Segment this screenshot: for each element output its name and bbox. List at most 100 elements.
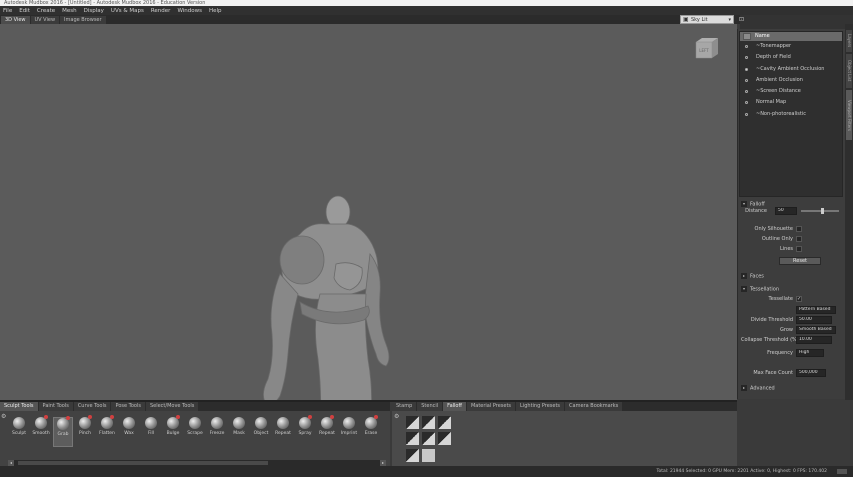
tab-paint-tools[interactable]: Paint Tools [38,402,73,411]
view-cube[interactable]: LEFT [694,36,720,60]
panel-bottom [737,400,853,466]
eye-icon[interactable] [743,33,751,40]
reset-button[interactable]: Reset [779,257,821,265]
gear-icon[interactable]: ⚙ [394,413,399,420]
tool-repeat[interactable]: Repeat [273,417,293,447]
distance-slider[interactable] [801,210,839,212]
outline-only-checkbox[interactable] [796,236,802,242]
menu-help[interactable]: Help [209,8,222,14]
camera-select[interactable]: ▣ Sky Lit ▾ [680,15,734,24]
max-face-count-field[interactable]: 500,000 [796,369,826,377]
falloff-preset[interactable] [406,432,419,445]
tool-fill[interactable]: Fill [141,417,161,447]
brush-icon [189,417,201,429]
filter-item[interactable]: Ambient Occlusion [740,75,842,86]
tool-spray[interactable]: Spray [295,415,315,447]
grow-select[interactable]: Smooth Based [796,326,836,334]
tab-curve-tools[interactable]: Curve Tools [73,402,111,411]
tool-mask[interactable]: Mask [229,417,249,447]
filter-item[interactable]: Depth of Field [740,52,842,63]
faces-section-label: Faces [750,273,764,280]
tab-stencil[interactable]: Stencil [417,402,443,411]
tool-wax[interactable]: Wax [119,417,139,447]
tool-flatten[interactable]: Flatten [97,415,117,447]
tool-sculpt[interactable]: Sculpt [9,417,29,447]
toggle-icon[interactable] [745,90,748,94]
menu-mesh[interactable]: Mesh [62,8,76,14]
lines-checkbox[interactable] [796,246,802,252]
only-silhouette-checkbox[interactable] [796,226,802,232]
tab-falloff[interactable]: Falloff [443,402,466,411]
frequency-select[interactable]: High [796,349,824,357]
resize-grip-icon[interactable] [837,469,847,474]
toggle-icon[interactable] [745,78,748,82]
menu-create[interactable]: Create [37,8,55,14]
tool-grab[interactable]: Grab [53,416,73,447]
tab-uv-view[interactable]: UV View [30,16,60,24]
tool-imprint[interactable]: Imprint [339,417,359,447]
toggle-icon[interactable] [745,67,748,71]
menu-windows[interactable]: Windows [177,8,202,14]
tessellate-checkbox[interactable]: ✓ [796,296,802,302]
tool-object[interactable]: Object [251,417,271,447]
tool-label: Scrape [187,431,203,436]
falloff-preset[interactable] [422,432,435,445]
tab-sculpt-tools[interactable]: Sculpt Tools [0,402,38,411]
menu-uvs-maps[interactable]: UVs & Maps [111,8,144,14]
tab-stamp[interactable]: Stamp [392,402,417,411]
slider-handle[interactable] [821,208,824,214]
menu-render[interactable]: Render [151,8,171,14]
divide-threshold-field[interactable]: 50.00 [796,316,832,324]
brush-icon [79,415,92,429]
falloff-section[interactable]: ▾ Falloff [741,201,765,208]
menu-display[interactable]: Display [84,8,104,14]
tab-material-presets[interactable]: Material Presets [466,402,516,411]
tool-smooth[interactable]: Smooth [31,415,51,447]
tool-freeze[interactable]: Freeze [207,417,227,447]
tab-pose-tools[interactable]: Pose Tools [111,402,145,411]
scroll-thumb[interactable] [18,461,268,465]
falloff-preset[interactable] [406,449,419,462]
tab-lighting-presets[interactable]: Lighting Presets [516,402,565,411]
toggle-icon[interactable] [745,112,748,116]
lock-icon[interactable]: ⊡ [737,15,746,24]
toggle-icon[interactable] [745,101,748,105]
sculpt-model[interactable] [240,194,420,400]
menu-edit[interactable]: Edit [19,8,30,14]
3d-viewport[interactable] [0,24,737,400]
side-tab-object-list[interactable]: Object List [846,54,852,88]
mode-select[interactable]: Pattern Based [796,306,836,314]
filter-item[interactable]: Normal Map [740,97,842,108]
gear-icon[interactable]: ⚙ [1,413,6,420]
toggle-icon[interactable] [745,56,748,60]
filter-properties: ▾ Falloff Distance 50 Only Silhouette Out… [739,200,843,398]
falloff-preset[interactable] [422,416,435,429]
collapse-threshold-field[interactable]: 10.00 [796,336,832,344]
menu-file[interactable]: File [3,8,12,14]
distance-field[interactable]: 50 [775,207,797,215]
tool-bulge[interactable]: Bulge [163,415,183,447]
tab-3d-view[interactable]: 3D View [1,16,30,24]
filter-item[interactable]: ~Screen Distance [740,86,842,97]
tool-repeat-2[interactable]: Repeat [317,415,337,447]
side-tab-layers[interactable]: Layers [846,30,852,52]
tool-scrape[interactable]: Scrape [185,417,205,447]
tab-image-browser[interactable]: Image Browser [60,16,106,24]
filter-item[interactable]: ~Non-photorealistic [740,109,842,120]
falloff-preset[interactable] [406,416,419,429]
tool-label: Spray [298,431,312,436]
tessellation-section[interactable]: ▾ Tessellation [741,286,779,293]
filter-item[interactable]: ~Tonemapper [740,41,842,52]
falloff-preset[interactable] [438,416,451,429]
tab-camera-bookmarks[interactable]: Camera Bookmarks [565,402,623,411]
faces-section[interactable]: ▸ Faces [741,273,764,280]
toggle-icon[interactable] [745,45,748,48]
tool-pinch[interactable]: Pinch [75,415,95,447]
advanced-section[interactable]: ▸ Advanced [741,385,775,392]
side-tab-viewport-filters[interactable]: Viewport Filters [846,90,852,140]
filter-item[interactable]: ~Cavity Ambient Occlusion [740,64,842,75]
tab-select-move-tools[interactable]: Select/Move Tools [145,402,199,411]
falloff-preset[interactable] [422,449,435,462]
falloff-preset[interactable] [438,432,451,445]
tool-erase[interactable]: Erase [361,415,381,447]
